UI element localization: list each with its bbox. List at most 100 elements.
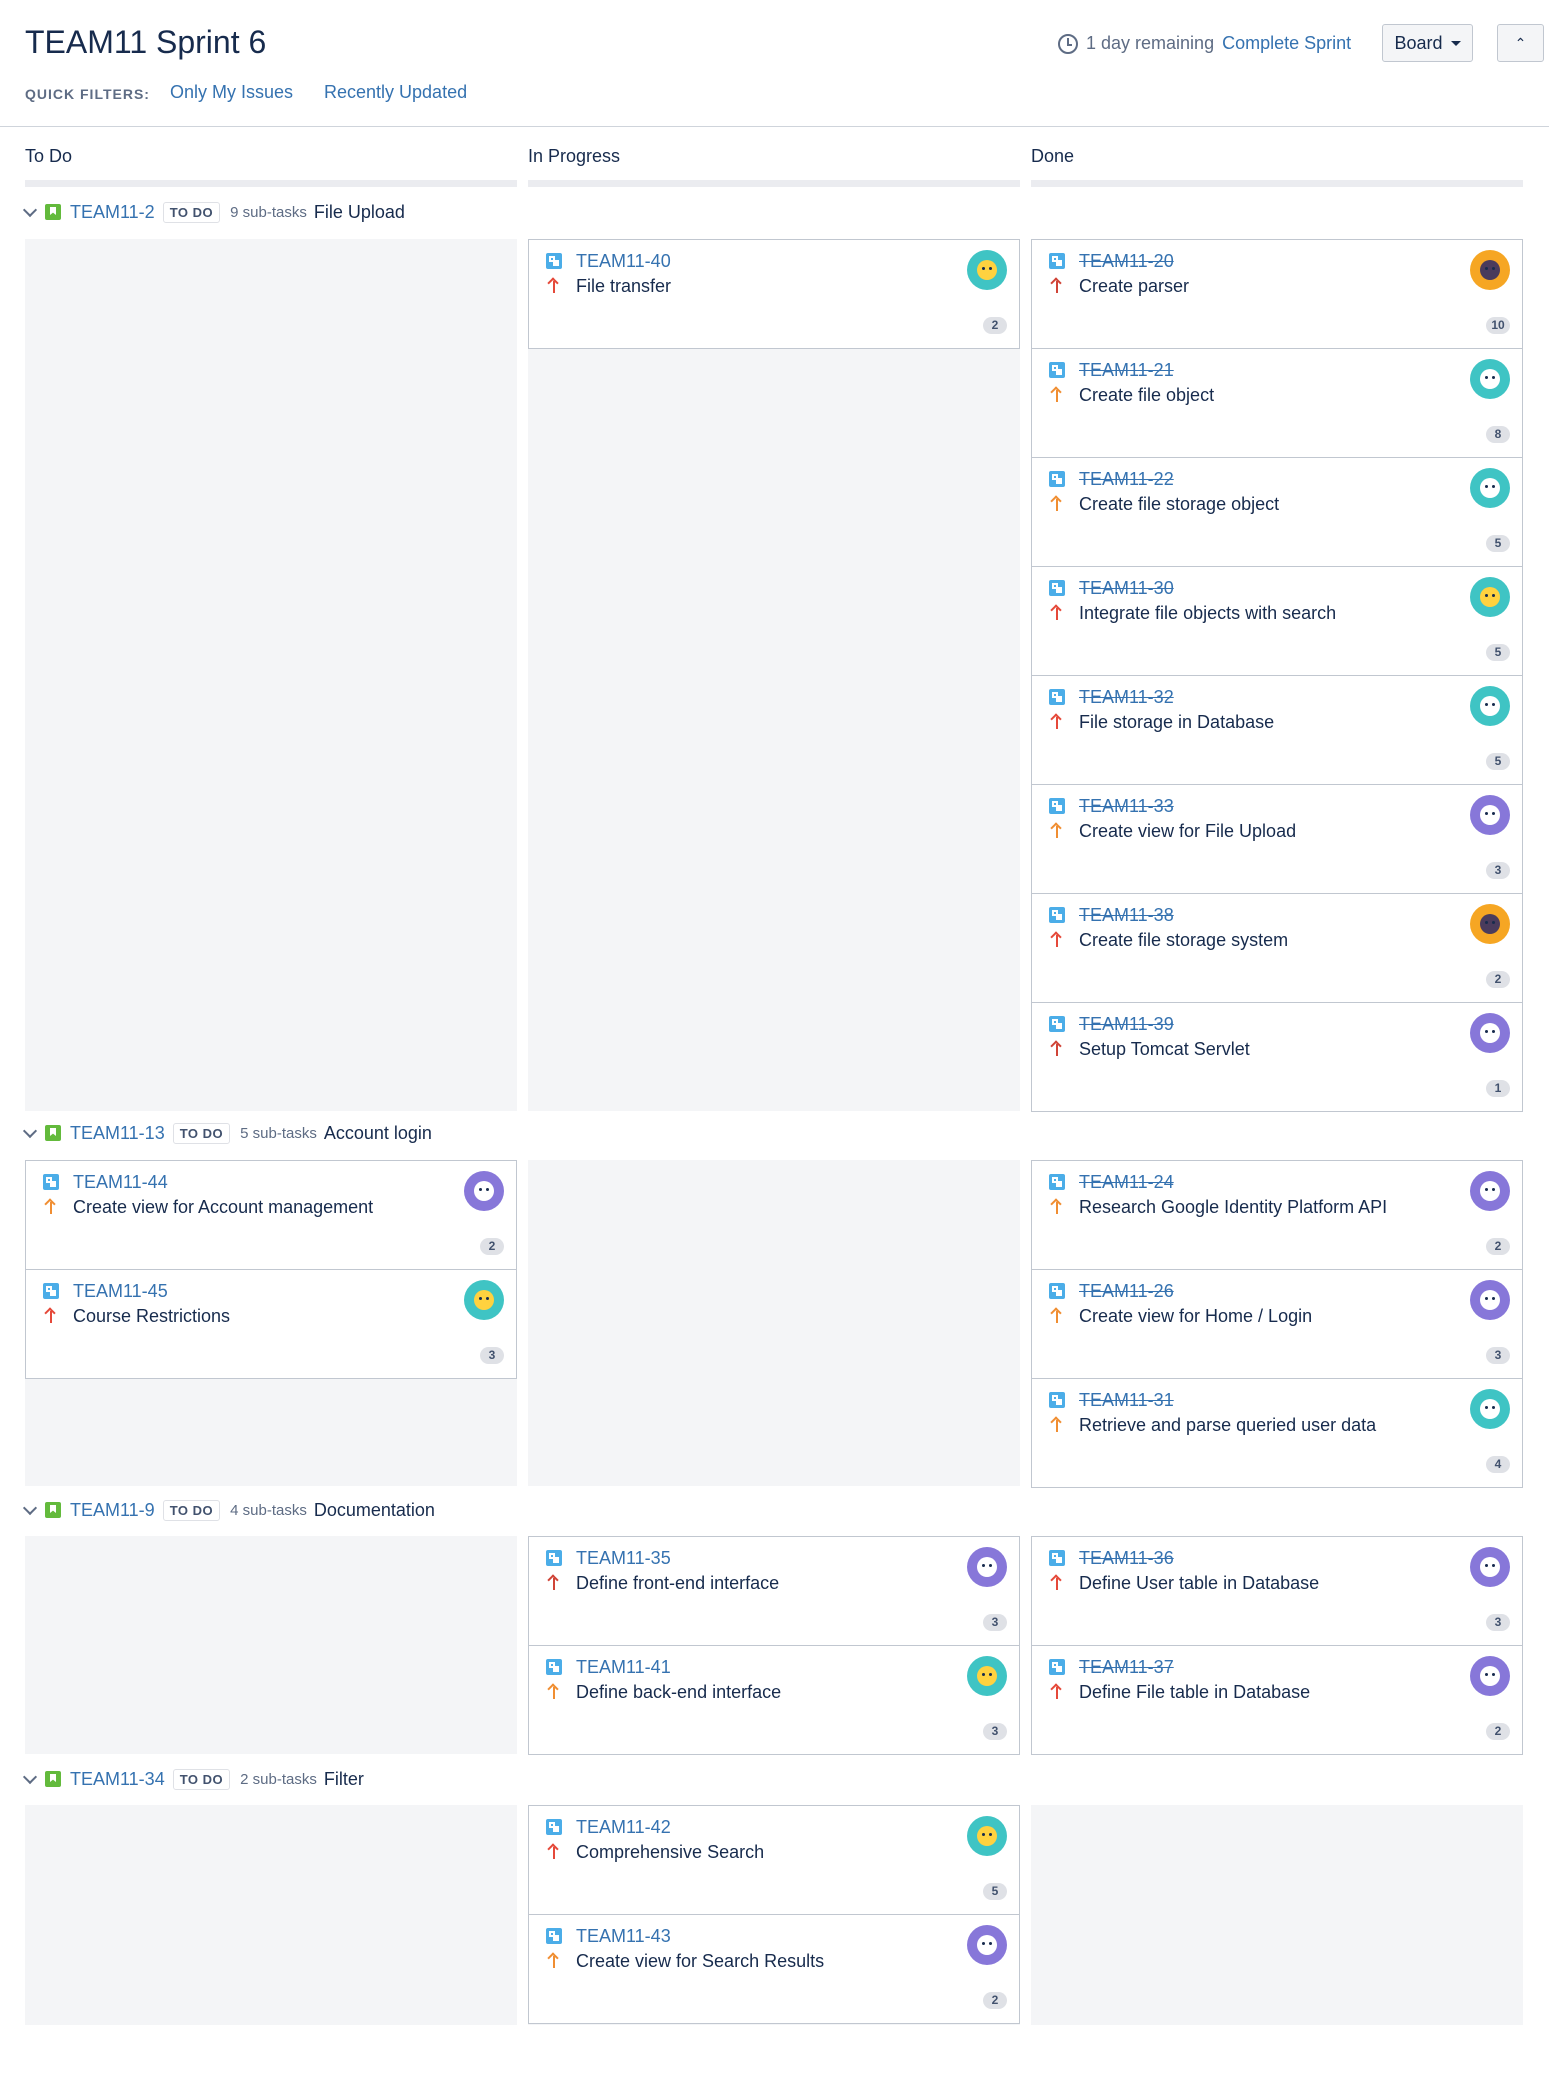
chevron-down-icon[interactable] [22,1769,38,1784]
estimate-badge: 3 [1486,1347,1510,1364]
chevron-down-icon[interactable] [22,1500,38,1515]
avatar[interactable] [967,1816,1007,1856]
issue-key[interactable]: TEAM11-40 [576,251,671,272]
issue-card[interactable]: TEAM11-31 Retrieve and parse queried user… [1031,1378,1523,1488]
avatar[interactable] [967,250,1007,290]
issue-key[interactable]: TEAM11-38 [1079,905,1174,926]
issue-key[interactable]: TEAM11-45 [73,1281,168,1302]
estimate-badge: 2 [983,317,1007,334]
issue-card[interactable]: TEAM11-39 Setup Tomcat Servlet 1 [1031,1002,1523,1112]
avatar-face-icon [1480,805,1500,825]
avatar[interactable] [1470,686,1510,726]
avatar[interactable] [464,1171,504,1211]
avatar[interactable] [1470,904,1510,944]
issue-card[interactable]: TEAM11-45 Course Restrictions 3 [25,1269,517,1379]
avatar[interactable] [464,1280,504,1320]
subtask-icon [546,1819,562,1835]
board-header: TEAM11 Sprint 6 QUICK FILTERS: Only My I… [0,0,1549,127]
issue-card[interactable]: TEAM11-24 Research Google Identity Platfo… [1031,1160,1523,1270]
avatar-face-icon [977,1826,997,1846]
issue-key[interactable]: TEAM11-32 [1079,687,1174,708]
issue-card[interactable]: TEAM11-41 Define back-end interface 3 [528,1645,1020,1755]
issue-key[interactable]: TEAM11-43 [576,1926,671,1947]
swimlane-header[interactable]: TEAM11-34 TO DO 2 sub-tasks Filter [22,1768,364,1790]
avatar[interactable] [967,1925,1007,1965]
issue-card[interactable]: TEAM11-33 Create view for File Upload 3 [1031,784,1523,894]
issue-key[interactable]: TEAM11-30 [1079,578,1174,599]
issue-card[interactable]: TEAM11-21 Create file object 8 [1031,348,1523,458]
avatar[interactable] [1470,1280,1510,1320]
issue-card[interactable]: TEAM11-37 Define File table in Database 2 [1031,1645,1523,1755]
avatar[interactable] [1470,1171,1510,1211]
issue-card[interactable]: TEAM11-43 Create view for Search Results 2 [528,1914,1020,2024]
subtask-count: 9 sub-tasks [230,203,307,221]
priority-high-icon [1050,713,1064,729]
issue-key[interactable]: TEAM11-36 [1079,1548,1174,1569]
avatar-face-icon [1480,696,1500,716]
issue-card[interactable]: TEAM11-22 Create file storage object 5 [1031,457,1523,567]
avatar-face-icon [474,1290,494,1310]
issue-key[interactable]: TEAM11-42 [576,1817,671,1838]
subtask-count: 4 sub-tasks [230,1501,307,1519]
avatar[interactable] [1470,359,1510,399]
parent-issue-key[interactable]: TEAM11-2 [70,202,155,223]
priority-med-icon [1050,1198,1064,1214]
avatar[interactable] [1470,795,1510,835]
parent-issue-key[interactable]: TEAM11-34 [70,1769,165,1790]
avatar[interactable] [1470,1013,1510,1053]
issue-key[interactable]: TEAM11-22 [1079,469,1174,490]
issue-key[interactable]: TEAM11-20 [1079,251,1174,272]
collapse-header-button[interactable]: ⌃ [1497,24,1544,62]
issue-summary: Comprehensive Search [576,1842,765,1862]
issue-card[interactable]: TEAM11-26 Create view for Home / Login 3 [1031,1269,1523,1379]
issue-card[interactable]: TEAM11-40 File transfer 2 [528,239,1020,349]
estimate-badge: 3 [983,1614,1007,1631]
board-button[interactable]: Board [1382,24,1473,62]
swimlane-header[interactable]: TEAM11-9 TO DO 4 sub-tasks Documentation [22,1499,435,1521]
subtask-icon [1049,907,1065,923]
avatar[interactable] [1470,468,1510,508]
chevron-down-icon[interactable] [22,202,38,217]
issue-card[interactable]: TEAM11-32 File storage in Database 5 [1031,675,1523,785]
avatar[interactable] [1470,1547,1510,1587]
issue-card[interactable]: TEAM11-20 Create parser 10 [1031,239,1523,349]
issue-key[interactable]: TEAM11-21 [1079,360,1174,381]
issue-key[interactable]: TEAM11-37 [1079,1657,1174,1678]
issue-key[interactable]: TEAM11-24 [1079,1172,1174,1193]
issue-key[interactable]: TEAM11-33 [1079,796,1174,817]
issue-summary: Create view for Home / Login [1079,1306,1313,1326]
chevron-down-icon[interactable] [22,1123,38,1138]
column-inprogress [528,1160,1020,1486]
parent-issue-key[interactable]: TEAM11-13 [70,1123,165,1144]
issue-key[interactable]: TEAM11-35 [576,1548,671,1569]
subtask-count: 5 sub-tasks [240,1124,317,1142]
avatar[interactable] [967,1547,1007,1587]
swimlane-header[interactable]: TEAM11-13 TO DO 5 sub-tasks Account login [22,1122,432,1144]
issue-key[interactable]: TEAM11-39 [1079,1014,1174,1035]
issue-key[interactable]: TEAM11-41 [576,1657,671,1678]
avatar[interactable] [1470,250,1510,290]
issue-card[interactable]: TEAM11-36 Define User table in Database 3 [1031,1536,1523,1646]
avatar[interactable] [967,1656,1007,1696]
parent-issue-key[interactable]: TEAM11-9 [70,1500,155,1521]
quick-filter-recently-updated[interactable]: Recently Updated [324,82,467,103]
issue-card[interactable]: TEAM11-38 Create file storage system 2 [1031,893,1523,1003]
complete-sprint-link[interactable]: Complete Sprint [1222,33,1351,54]
quick-filter-only-my-issues[interactable]: Only My Issues [170,82,293,103]
issue-key[interactable]: TEAM11-26 [1079,1281,1174,1302]
issue-card[interactable]: TEAM11-42 Comprehensive Search 5 [528,1805,1020,1915]
avatar[interactable] [1470,1389,1510,1429]
issue-key[interactable]: TEAM11-44 [73,1172,168,1193]
issue-key[interactable]: TEAM11-31 [1079,1390,1174,1411]
status-badge: TO DO [162,201,221,223]
avatar[interactable] [1470,1656,1510,1696]
issue-summary: Create file object [1079,385,1215,405]
issue-card[interactable]: TEAM11-35 Define front-end interface 3 [528,1536,1020,1646]
avatar-face-icon [1480,914,1500,934]
subtask-icon [1049,689,1065,705]
swimlane-header[interactable]: TEAM11-2 TO DO 9 sub-tasks File Upload [22,201,405,223]
estimate-badge: 5 [1486,644,1510,661]
issue-card[interactable]: TEAM11-44 Create view for Account managem… [25,1160,517,1270]
issue-card[interactable]: TEAM11-30 Integrate file objects with sea… [1031,566,1523,676]
avatar[interactable] [1470,577,1510,617]
